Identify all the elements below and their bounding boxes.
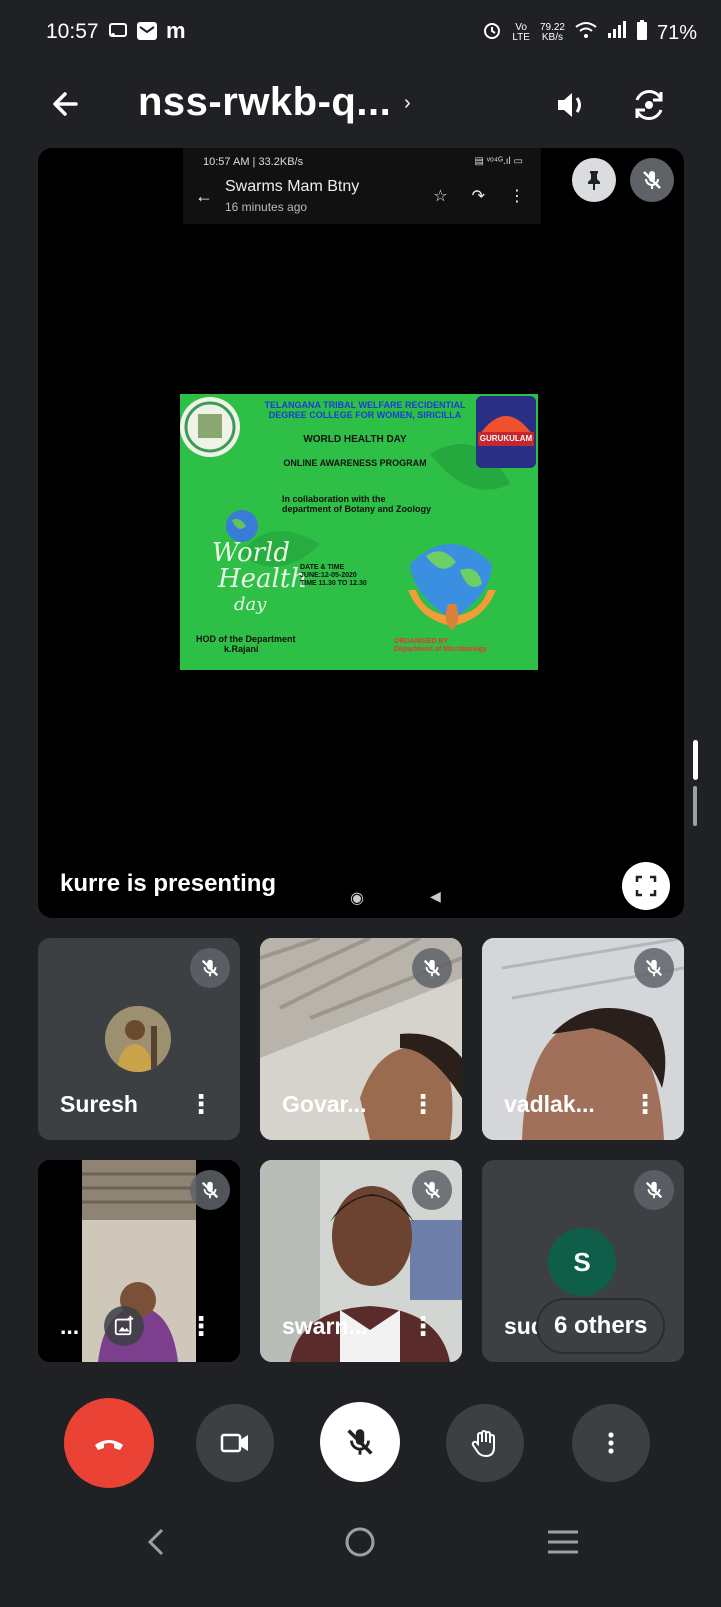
- shared-phone-status: 10:57 AM | 33.2KB/s: [203, 156, 304, 168]
- star-icon: ☆: [433, 188, 448, 205]
- system-nav-bar: [0, 1510, 721, 1607]
- call-end-icon: [95, 1440, 123, 1450]
- presentation-stage[interactable]: 10:57 AM | 33.2KB/s ▤ ᵛᵒ⁴ᴳ.ıl ▭ ← Swarms…: [38, 148, 684, 918]
- mic-off-icon: [347, 1429, 373, 1455]
- hand-icon: [471, 1430, 495, 1458]
- fullscreen-button[interactable]: [622, 862, 670, 910]
- end-call-button[interactable]: [64, 1398, 154, 1488]
- shared-home-icon: ◉: [350, 890, 364, 907]
- participant-tile-vadlak[interactable]: vadlak... ⋮: [482, 938, 684, 1140]
- alarm-icon: [482, 20, 502, 46]
- more-vert-icon[interactable]: ⋮: [188, 1089, 214, 1120]
- more-vert-icon[interactable]: ⋮: [410, 1311, 436, 1342]
- status-bar: 10:57 m Vo LTE 79.22 KB/s 71%: [0, 0, 721, 70]
- shared-back-arrow-icon: ←: [195, 186, 213, 206]
- mic-off-icon: [190, 948, 230, 988]
- participant-name: vadlak...: [504, 1091, 595, 1117]
- scrollbar-track: [693, 786, 697, 826]
- pin-icon: [588, 171, 600, 190]
- switch-camera-icon[interactable]: [626, 82, 672, 128]
- battery-percent: 71%: [656, 21, 697, 44]
- lte-indicator: Vo LTE: [512, 22, 530, 43]
- shared-phone-status-right: ▤ ᵛᵒ⁴ᴳ.ıl ▭: [474, 156, 523, 167]
- chevron-right-icon[interactable]: ›: [404, 92, 411, 115]
- participant-name: swarn...: [282, 1313, 368, 1339]
- scrollbar-thumb[interactable]: [693, 740, 698, 780]
- participant-tile-govar[interactable]: Govar... ⋮: [260, 938, 462, 1140]
- poster-college-name: TELANGANA TRIBAL WELFARE RECIDENTIAL DEG…: [264, 400, 466, 420]
- more-vert-icon[interactable]: ⋮: [632, 1089, 658, 1120]
- cast-icon: [108, 22, 128, 45]
- participant-tile-suresh[interactable]: Suresh ⋮: [38, 938, 240, 1140]
- wifi-icon: [575, 21, 597, 45]
- speaker-icon[interactable]: [548, 82, 594, 128]
- mic-off-icon: [412, 948, 452, 988]
- carrier-glyph: m: [166, 18, 186, 43]
- shared-back-icon: ◀: [430, 888, 441, 904]
- presenting-label: kurre is presenting: [60, 870, 277, 897]
- nav-back-icon[interactable]: [142, 1524, 172, 1565]
- poster-script-title: World Health day: [212, 538, 308, 615]
- world-health-day-poster: TELANGANA TRIBAL WELFARE RECIDENTIAL DEG…: [180, 394, 538, 670]
- back-arrow-icon[interactable]: [46, 82, 90, 126]
- meeting-code-title[interactable]: nss-rwkb-q...: [138, 80, 391, 125]
- participant-name: Govar...: [282, 1091, 367, 1117]
- more-vert-icon[interactable]: ⋮: [188, 1311, 214, 1342]
- poster-event-title: WORLD HEALTH DAY: [303, 434, 407, 445]
- status-time: 10:57: [46, 20, 99, 43]
- nav-home-icon[interactable]: [342, 1524, 378, 1565]
- presenter-mute-indicator: [630, 158, 674, 202]
- mic-off-icon: [412, 1170, 452, 1210]
- microphone-toggle-button[interactable]: [320, 1402, 400, 1482]
- participant-tile-swarn[interactable]: swarn... ⋮: [260, 1160, 462, 1362]
- more-options-button[interactable]: [572, 1404, 650, 1482]
- nav-recents-icon[interactable]: [546, 1526, 580, 1563]
- poster-organised-by: ORGANISED BY Department of Microbiology: [394, 638, 487, 653]
- shared-phone-header: 10:57 AM | 33.2KB/s ▤ ᵛᵒ⁴ᴳ.ıl ▭ ← Swarms…: [183, 148, 541, 224]
- more-vert-icon: [608, 1432, 614, 1454]
- poster-gurukulam-logo: GURUKULAM: [479, 434, 533, 443]
- pin-button[interactable]: [572, 158, 616, 202]
- fullscreen-icon: [635, 875, 657, 897]
- raise-hand-button[interactable]: [446, 1404, 524, 1482]
- mic-off-icon: [643, 171, 661, 189]
- more-vert-icon[interactable]: ⋮: [410, 1089, 436, 1120]
- shared-time-ago: 16 minutes ago: [225, 200, 308, 214]
- others-count-chip[interactable]: 6 others: [538, 1300, 664, 1352]
- poster-program-title: ONLINE AWARENESS PROGRAM: [283, 458, 427, 468]
- mic-off-icon: [190, 1170, 230, 1210]
- forward-icon: ↷: [471, 188, 485, 205]
- add-photo-icon[interactable]: [104, 1306, 144, 1346]
- shared-actions: ☆ ↷ ⋮: [433, 186, 525, 206]
- participant-tile-others[interactable]: S sud 6 others: [482, 1160, 684, 1362]
- camera-toggle-button[interactable]: [196, 1404, 274, 1482]
- videocam-icon: [220, 1433, 248, 1453]
- signal-icon: [607, 21, 627, 45]
- network-speed: 79.22 KB/s: [539, 22, 565, 43]
- shared-sender-name: Swarms Mam Btny: [225, 178, 360, 195]
- participant-tile-4[interactable]: ... ⋮: [38, 1160, 240, 1362]
- participant-name: ...: [60, 1313, 80, 1339]
- meeting-header: nss-rwkb-q... ›: [0, 70, 721, 150]
- mic-off-icon: [634, 948, 674, 988]
- mail-icon: [136, 21, 158, 46]
- poster-hod: HOD of the Department k.Rajani: [196, 634, 296, 654]
- poster-collaboration: In collaboration with the department of …: [282, 494, 432, 514]
- battery-icon: [636, 20, 647, 46]
- status-right: Vo LTE 79.22 KB/s 71%: [482, 20, 697, 46]
- poster-date-time: DATE & TIME JUNE:12-05-2020 TIME 11.30 T…: [300, 564, 367, 587]
- participant-name: Suresh: [60, 1091, 138, 1117]
- avatar: [105, 1006, 171, 1072]
- more-vert-icon: ⋮: [509, 188, 525, 205]
- avatar-initial: S: [548, 1228, 616, 1296]
- mic-off-icon: [634, 1170, 674, 1210]
